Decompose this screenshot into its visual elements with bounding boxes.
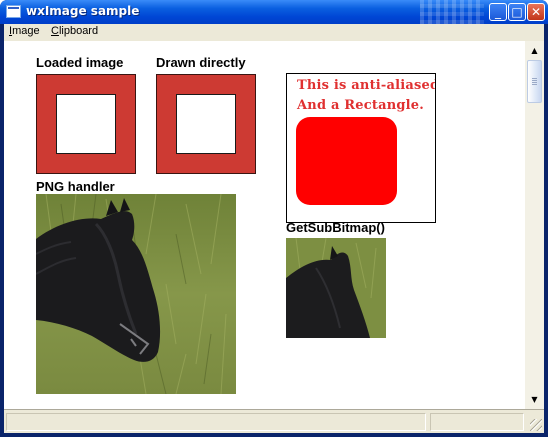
antialias-panel: This is anti-aliased Text. And a Rectang… [286,73,436,223]
menu-clipboard-mnemonic: C [51,25,59,37]
subbitmap-image [286,238,386,338]
window-title: wxImage sample [26,4,140,18]
drawn-image [156,74,256,174]
title-bar[interactable]: wxImage sample _ □ ✕ [0,0,548,24]
loaded-image-center [56,94,116,154]
titlebar-decoration [420,0,484,24]
status-bar [4,409,544,433]
drawn-directly-label: Drawn directly [156,55,246,70]
minimize-button[interactable]: _ [489,3,507,21]
drawn-image-center [176,94,236,154]
menu-clipboard[interactable]: Clipboard [51,25,98,37]
image-canvas: Loaded image Drawn directly This is anti… [4,41,525,409]
app-icon [6,5,21,18]
maximize-button[interactable]: □ [508,3,526,21]
resize-grip-icon[interactable] [530,419,542,431]
menu-clipboard-rest: lipboard [58,25,99,37]
menu-bar: Image Clipboard [4,24,544,41]
menu-image-rest: mage [12,25,40,37]
png-handler-label: PNG handler [36,179,115,194]
loaded-image-label: Loaded image [36,55,124,70]
antialias-text-line2: And a Rectangle. [297,98,424,113]
antialias-rectangle [296,117,397,205]
status-pane [6,413,426,431]
antialias-text-line1: This is anti-aliased Text. [297,78,436,93]
client-area: Loaded image Drawn directly This is anti… [4,41,544,409]
vertical-scrollbar[interactable]: ▲ ▼ [525,41,544,409]
app-window: wxImage sample _ □ ✕ Image Clipboard Loa… [0,0,548,437]
status-pane-secondary [430,413,524,431]
loaded-image [36,74,136,174]
scroll-up-icon[interactable]: ▲ [527,43,542,58]
menu-image[interactable]: Image [9,25,40,37]
getsubbitmap-label: GetSubBitmap() [286,220,385,235]
scroll-thumb[interactable] [527,60,542,103]
grip-icon [532,77,537,85]
png-horse-image [36,194,236,394]
close-button[interactable]: ✕ [527,3,545,21]
scroll-down-icon[interactable]: ▼ [527,392,542,407]
